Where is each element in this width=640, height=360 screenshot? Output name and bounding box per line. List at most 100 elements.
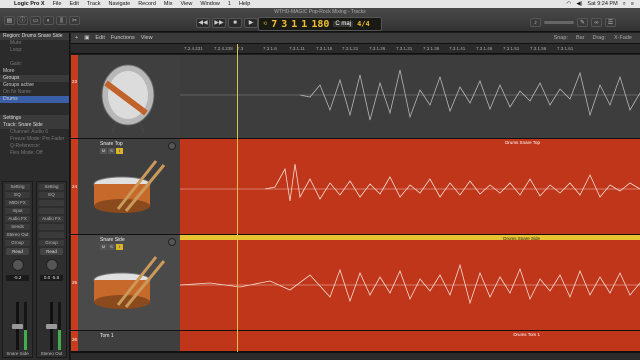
input-button[interactable]: I [116,148,123,154]
menubar-clock[interactable]: Sat 9:24 PM [587,1,617,7]
groups-header[interactable]: Groups [0,75,69,82]
audio-region-23[interactable] [180,55,640,139]
solo-button[interactable]: S [108,244,115,250]
strip-slot[interactable]: EQ [5,192,30,198]
play-icon[interactable]: ▶ [244,18,258,28]
strip-slot[interactable]: EQ [39,192,64,198]
strip-slot[interactable] [39,224,64,230]
solo-button[interactable]: S [108,148,115,154]
strip-slot[interactable]: Input [5,208,30,214]
wifi-icon[interactable]: ◠ [567,1,572,7]
notes-icon[interactable]: ✎ [577,18,588,27]
search-icon[interactable]: ⌕ [623,1,626,8]
lcd-signature[interactable]: 4/4 [357,20,370,28]
audio-region-snare-top[interactable]: Drums Snare Top [180,139,640,235]
track-name[interactable]: Snare Side [100,237,125,243]
menu-edit-local[interactable]: Edit [95,35,104,41]
audio-region-tom-1[interactable]: Drums Tom 1 [180,331,640,352]
menu-view[interactable]: View [176,1,196,7]
volume-fader-cap[interactable] [12,324,23,329]
menu-help[interactable]: Help [235,1,254,7]
drag-select[interactable]: X-Fade [614,35,632,41]
ruler-tick: 7.3.1.16 [316,46,333,51]
strip-name: Snare Side [6,351,29,356]
menu-view-local[interactable]: View [141,35,153,41]
automation-read-button[interactable]: Read [40,248,63,255]
menu-mix[interactable]: Mix [160,1,177,7]
menu-file[interactable]: File [49,1,66,7]
menu-navigate[interactable]: Navigate [104,1,134,7]
horizontal-scrollbar[interactable] [71,352,640,360]
metronome-icon[interactable]: ♪ [530,18,541,27]
region-more[interactable]: More [0,68,69,75]
strip-slot[interactable]: MIDI FX [5,200,30,206]
lcd-tempo[interactable]: 180 [311,19,329,30]
rewind-icon[interactable]: ◀◀ [196,18,210,28]
cycle-icon[interactable]: ⟲ [263,21,267,27]
track-row: Flex Mode: Off [10,150,43,156]
smart-controls-icon[interactable]: ◐ [43,16,54,25]
input-button[interactable]: I [116,244,123,250]
track-row: Q-Reference: [10,143,41,149]
strip-slot[interactable]: Group [5,240,30,246]
volume-icon[interactable]: ◀) [576,1,582,7]
add-track-icon[interactable]: + [75,35,78,41]
master-volume-slider[interactable] [544,21,574,24]
audio-region-snare-side[interactable]: Drums Snare Side [180,235,640,331]
menu-edit[interactable]: Edit [65,1,82,7]
menu-functions-local[interactable]: Functions [111,35,135,41]
menu-app[interactable]: Logic Pro X [10,1,49,7]
strip-slot[interactable]: Group [39,240,64,246]
browser-icon[interactable]: ☰ [605,18,616,27]
track-name[interactable]: Snare Top [100,141,123,147]
lcd-display[interactable]: ⟲ 7 3 1 1 180 C maj 4/4 [258,17,382,31]
toolbar-toggle-icon[interactable]: ▭ [30,16,41,25]
track-header[interactable]: Track: Snare Side [0,122,69,129]
lcd-key[interactable]: C maj [333,21,354,27]
menu-track[interactable]: Track [83,1,105,7]
track-volume-knob[interactable] [168,238,176,246]
inspector-icon[interactable]: ⓘ [17,16,28,25]
strip-slot[interactable]: Audio FX [39,216,64,222]
strip-slot[interactable]: Stereo Out [5,232,30,238]
pan-knob[interactable] [11,259,24,271]
editors-icon[interactable]: ✂ [69,16,80,25]
strip-slot[interactable]: Setting [5,184,30,190]
mixer-icon[interactable]: ⫼ [56,16,67,25]
track-view-icon[interactable]: ▣ [84,35,89,41]
list-icon[interactable]: ≡ [631,1,634,7]
playhead[interactable] [237,44,238,352]
track-header-24[interactable]: 24 Snare Top M S I [71,139,180,235]
loops-icon[interactable]: ∞ [591,18,602,27]
timeline-ruler[interactable]: 7.2.4.231 7.2.4.238 7.3 7.3.1.6 7.3.1.11… [71,44,640,54]
region-header[interactable]: Region: Drums Snare Side [0,33,69,40]
mute-button[interactable]: M [100,244,107,250]
volume-fader-cap[interactable] [46,324,57,329]
mute-button[interactable]: M [100,148,107,154]
strip-slot[interactable]: Audio FX [5,216,30,222]
strip-slot[interactable] [39,232,64,238]
menu-record[interactable]: Record [134,1,160,7]
track-volume-knob[interactable] [168,142,176,150]
forward-icon[interactable]: ▶▶ [212,18,226,28]
group-row-drums[interactable]: Drums [0,96,69,103]
strip-slot[interactable] [39,208,64,214]
volume-value[interactable]: -5.2 [6,275,29,281]
volume-value[interactable]: 0.0 -5.8 [40,275,63,281]
menu-window[interactable]: Window [196,1,224,7]
track-name[interactable]: Tom 1 [100,333,114,339]
settings-header[interactable]: Settings [0,115,69,122]
track-header-26[interactable]: 26 Tom 1 [71,331,180,352]
track-header-25[interactable]: 25 Snare Side M S I [71,235,180,331]
snap-select[interactable]: Bar [576,35,585,41]
menu-1[interactable]: 1 [224,1,235,7]
stop-icon[interactable]: ■ [228,18,242,28]
pan-knob[interactable] [45,259,58,271]
strip-slot[interactable]: Sends [5,224,30,230]
strip-slot[interactable]: Setting [39,184,64,190]
library-icon[interactable]: ▤ [4,16,15,25]
automation-read-button[interactable]: Read [6,248,29,255]
strip-slot[interactable] [39,200,64,206]
track-header-23[interactable]: 23 [71,55,180,139]
groups-active[interactable]: Groups active [0,82,69,89]
